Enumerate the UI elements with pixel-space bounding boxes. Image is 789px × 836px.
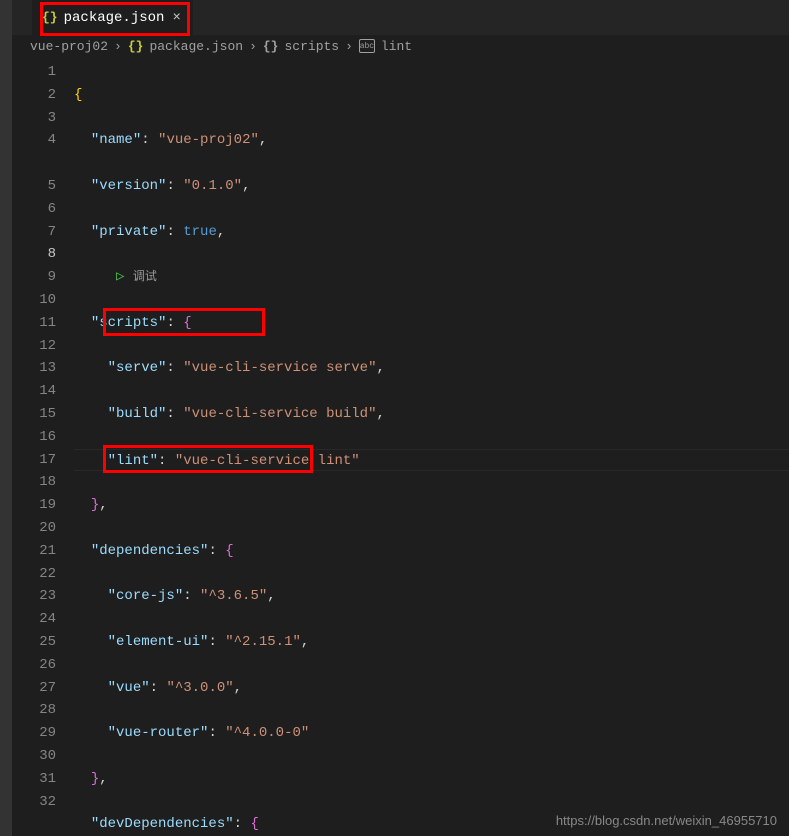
code-text: ^3.0.0	[175, 680, 225, 696]
tab-package-json[interactable]: {} package.json ×	[32, 0, 193, 35]
breadcrumb-lint[interactable]: lint	[381, 39, 412, 54]
tab-filename: package.json	[64, 10, 165, 26]
code-area[interactable]: { "name": "vue-proj02", "version": "0.1.…	[74, 57, 789, 836]
code-text: ^4.0.0-0	[234, 725, 301, 741]
string-icon: abc	[359, 39, 375, 53]
code-text: ^2.15.1	[234, 634, 293, 650]
chevron-right-icon: ›	[345, 39, 353, 54]
close-icon[interactable]: ×	[170, 10, 182, 26]
code-text: true	[183, 224, 217, 240]
chevron-right-icon: ›	[114, 39, 122, 54]
editor-container: {} package.json × vue-proj02 › {} packag…	[0, 0, 789, 836]
breadcrumb-folder[interactable]: vue-proj02	[30, 39, 108, 54]
code-text: vue-cli-service lint	[183, 453, 351, 469]
line-number-gutter: 1234567891011121314151617181920212223242…	[12, 57, 74, 836]
code-text: ^3.6.5	[208, 588, 258, 604]
code-text: vue-proj02	[166, 132, 250, 148]
editor-body: 1234567891011121314151617181920212223242…	[12, 57, 789, 836]
breadcrumb-file[interactable]: package.json	[149, 39, 243, 54]
breadcrumbs[interactable]: vue-proj02 › {} package.json › {} script…	[12, 35, 789, 57]
chevron-right-icon: ›	[249, 39, 257, 54]
main-area: {} package.json × vue-proj02 › {} packag…	[12, 0, 789, 836]
play-icon[interactable]: ▷	[116, 269, 124, 285]
json-file-icon: {}	[42, 10, 58, 25]
code-text: vue-cli-service build	[192, 406, 368, 422]
activity-bar	[0, 0, 12, 836]
debug-codelens[interactable]: 调试	[133, 270, 157, 284]
json-file-icon: {}	[128, 39, 144, 54]
code-text: 0.1.0	[192, 178, 234, 194]
braces-icon: {}	[263, 39, 279, 54]
breadcrumb-scripts[interactable]: scripts	[284, 39, 339, 54]
code-text: vue-cli-service serve	[192, 360, 368, 376]
watermark: https://blog.csdn.net/weixin_46955710	[556, 813, 777, 828]
tabs-bar: {} package.json ×	[12, 0, 789, 35]
